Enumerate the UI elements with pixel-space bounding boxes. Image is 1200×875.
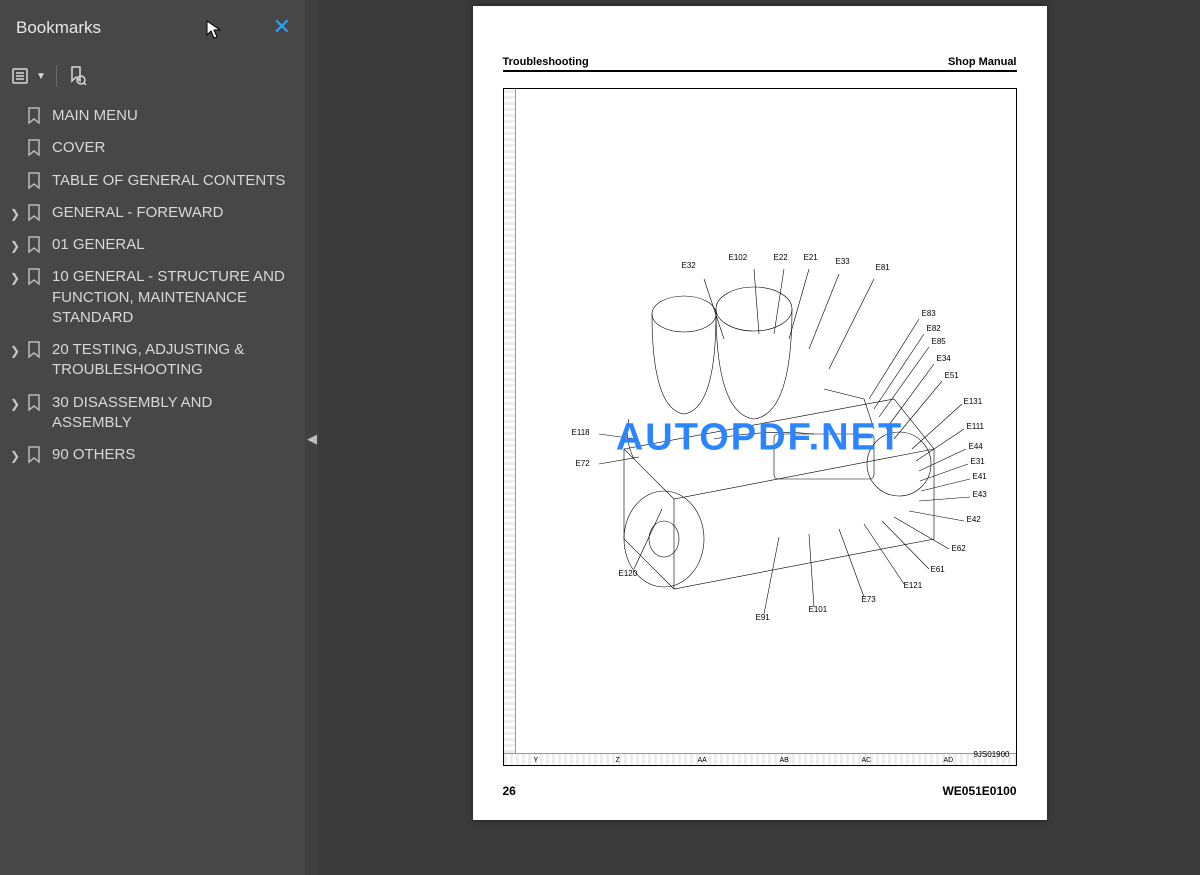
page-footer: 26 WE051E0100 — [503, 784, 1017, 798]
grid-column-label: Y — [534, 757, 539, 764]
pdf-page: Troubleshooting Shop Manual Y Z AA AB AC AD 9… — [473, 6, 1047, 820]
grid-column-label: AA — [698, 757, 707, 764]
bookmark-label: TABLE OF GENERAL CONTENTS — [44, 171, 293, 191]
bookmark-label: 20 TESTING, ADJUSTING & TROUBLESHOOTING — [44, 340, 293, 381]
chevron-right-icon — [6, 171, 24, 174]
callout: E81 — [876, 263, 890, 272]
callout: E21 — [804, 253, 818, 262]
chevron-right-icon[interactable]: ❯ — [6, 267, 24, 286]
bookmark-item[interactable]: ❯ 90 OTHERS — [2, 439, 297, 471]
callout: E111 — [967, 422, 985, 431]
callout: E42 — [967, 515, 981, 524]
callout: E121 — [904, 581, 923, 590]
sidebar-toolbar: ▼ — [0, 56, 305, 96]
bookmark-label: GENERAL - FOREWARD — [44, 203, 293, 223]
grid-ruler-bottom: Y Z AA AB AC AD — [504, 753, 1016, 765]
collapse-sidebar-handle[interactable]: ◀ — [305, 432, 319, 446]
callout: E31 — [971, 457, 985, 466]
bookmark-item[interactable]: ❯ 01 GENERAL — [2, 229, 297, 261]
callout: E34 — [937, 354, 951, 363]
document-code: WE051E0100 — [942, 784, 1016, 798]
chevron-right-icon[interactable]: ❯ — [6, 203, 24, 222]
callout: E102 — [729, 253, 748, 262]
bookmark-icon — [24, 203, 44, 222]
bookmark-icon — [24, 235, 44, 254]
chevron-right-icon — [6, 106, 24, 109]
bookmark-icon — [24, 445, 44, 464]
page-header: Troubleshooting Shop Manual — [503, 56, 1017, 72]
close-icon[interactable]: ✕ — [273, 14, 291, 40]
bookmark-label: COVER — [44, 138, 293, 158]
bookmark-icon — [24, 106, 44, 125]
callout: E44 — [969, 442, 983, 451]
bookmark-item[interactable]: ❯ 30 DISASSEMBLY AND ASSEMBLY — [2, 387, 297, 440]
callout: E33 — [836, 257, 850, 266]
bookmark-label: MAIN MENU — [44, 106, 293, 126]
callout: E101 — [809, 605, 828, 614]
bookmark-icon — [24, 138, 44, 157]
callout: E51 — [945, 371, 959, 380]
callout: E118 — [572, 428, 590, 437]
bookmark-item[interactable]: COVER — [2, 132, 297, 164]
grid-column-label: AC — [862, 757, 872, 764]
callout: E83 — [922, 309, 936, 318]
engine-illustration: E32 E102 E22 E21 E33 E81 E83 E82 E85 E34… — [564, 239, 994, 629]
diagram-code: 9JS01900 — [973, 750, 1009, 759]
chevron-right-icon[interactable]: ❯ — [6, 393, 24, 412]
divider — [56, 65, 57, 87]
bookmark-label: 01 GENERAL — [44, 235, 293, 255]
options-menu-button[interactable]: ▼ — [12, 66, 46, 86]
bookmark-icon — [24, 171, 44, 190]
bookmark-item[interactable]: ❯ 10 GENERAL - STRUCTURE AND FUNCTION, MA… — [2, 261, 297, 334]
callout: E32 — [682, 261, 696, 270]
chevron-right-icon[interactable]: ❯ — [6, 445, 24, 464]
header-right: Shop Manual — [948, 56, 1016, 68]
callout: E72 — [576, 459, 590, 468]
bookmark-item[interactable]: TABLE OF GENERAL CONTENTS — [2, 165, 297, 197]
bookmark-icon — [24, 340, 44, 359]
callout: E91 — [756, 613, 770, 622]
callout: E82 — [927, 324, 941, 333]
callout: E120 — [619, 569, 638, 578]
bookmarks-list[interactable]: MAIN MENU COVER TABLE OF GENERAL CONTENTS ❯… — [0, 96, 305, 875]
bookmark-icon — [24, 393, 44, 412]
callout: E41 — [973, 472, 987, 481]
document-viewer[interactable]: Troubleshooting Shop Manual Y Z AA AB AC AD 9… — [319, 0, 1200, 875]
bookmark-item[interactable]: MAIN MENU — [2, 100, 297, 132]
grid-column-label: AB — [780, 757, 789, 764]
callout: E131 — [964, 397, 983, 406]
chevron-right-icon — [6, 138, 24, 141]
cursor-icon — [206, 20, 224, 45]
callout: E85 — [932, 337, 946, 346]
bookmark-icon — [24, 267, 44, 286]
sidebar-title: Bookmarks — [16, 18, 101, 38]
callout: E61 — [931, 565, 945, 574]
header-left: Troubleshooting — [503, 56, 589, 68]
chevron-right-icon[interactable]: ❯ — [6, 340, 24, 359]
sidebar-header: Bookmarks ✕ — [0, 0, 305, 56]
bookmark-label: 30 DISASSEMBLY AND ASSEMBLY — [44, 393, 293, 434]
page-number: 26 — [503, 784, 516, 798]
callout: E43 — [973, 490, 987, 499]
bookmarks-sidebar: Bookmarks ✕ ▼ MAIN MENU COVER TABLE OF GEN… — [0, 0, 305, 875]
find-bookmark-button[interactable] — [67, 65, 87, 87]
bookmark-item[interactable]: ❯ 20 TESTING, ADJUSTING & TROUBLESHOOTING — [2, 334, 297, 387]
callout: E73 — [862, 595, 876, 604]
engine-diagram-frame: Y Z AA AB AC AD 9JS01900 — [503, 88, 1017, 766]
bookmark-item[interactable]: ❯ GENERAL - FOREWARD — [2, 197, 297, 229]
chevron-right-icon[interactable]: ❯ — [6, 235, 24, 254]
bookmark-label: 10 GENERAL - STRUCTURE AND FUNCTION, MAI… — [44, 267, 293, 328]
grid-column-label: Z — [616, 757, 620, 764]
callout: E22 — [774, 253, 788, 262]
bookmark-label: 90 OTHERS — [44, 445, 293, 465]
callout: E62 — [952, 544, 966, 553]
grid-column-label: AD — [944, 757, 954, 764]
grid-ruler-left — [504, 89, 516, 765]
